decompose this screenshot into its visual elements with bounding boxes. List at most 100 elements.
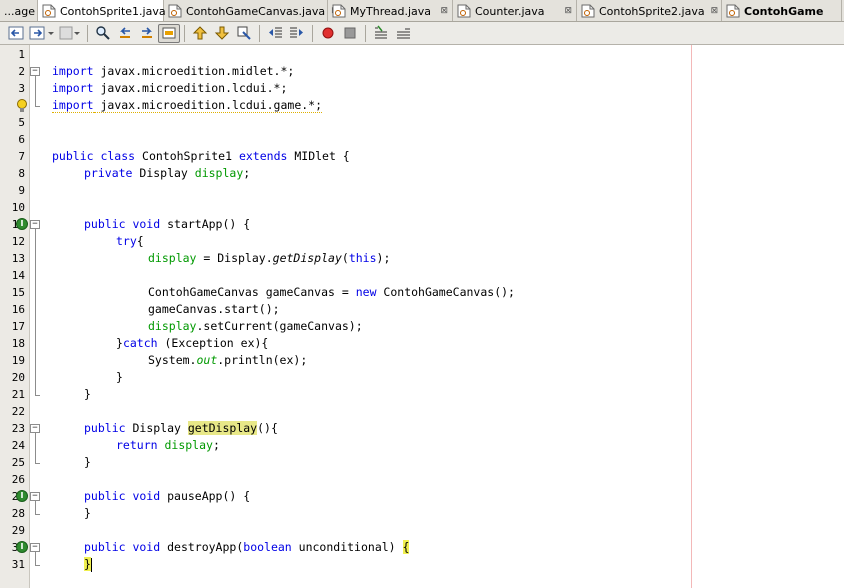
comment-button[interactable] [370, 24, 392, 43]
code-token: out [196, 353, 218, 367]
line-number: 28 [11, 507, 25, 520]
code-token: public [84, 421, 126, 435]
fold-collapse-icon[interactable]: − [30, 492, 40, 501]
fold-end-marker [35, 395, 40, 396]
editor-tab[interactable]: ContohSprite1.java⊠ [38, 0, 179, 21]
editor-tab-label: ContohGameCanvas.java [186, 4, 326, 18]
code-token: ; [243, 166, 251, 180]
line-number: 7 [18, 150, 25, 163]
line-number: 31 [11, 558, 25, 571]
find-next-button[interactable] [136, 24, 158, 43]
code-token: } [116, 370, 123, 384]
implements-method-icon[interactable]: I [16, 218, 28, 230]
code-line: public void startApp() { [84, 216, 250, 233]
code-token: extends [238, 149, 288, 163]
java-file-icon [457, 4, 471, 18]
next-bookmark-icon [214, 25, 230, 41]
editor-tab[interactable]: ...age⊠ [0, 0, 49, 21]
close-tab-icon[interactable]: ⊠ [431, 6, 448, 16]
fold-guide-line [35, 229, 36, 395]
line-number: 19 [11, 354, 25, 367]
fold-guide-line [35, 433, 36, 463]
implements-method-icon[interactable]: I [16, 541, 28, 553]
editor-tab-label: ContohGame [744, 4, 824, 18]
code-token: public void [84, 540, 161, 554]
code-line: public void pauseApp() { [84, 488, 250, 505]
code-token: (Exception ex){ [157, 336, 269, 350]
find-previous-button[interactable] [114, 24, 136, 43]
find-previous-icon [117, 25, 133, 41]
line-number: 3 [18, 82, 25, 95]
shift-right-button[interactable] [286, 24, 308, 43]
code-token: ContohSprite1 [135, 149, 239, 163]
implements-method-icon[interactable]: I [16, 490, 28, 502]
fold-collapse-icon[interactable]: − [30, 67, 40, 76]
previous-bookmark-icon [192, 25, 208, 41]
next-bookmark-button[interactable] [211, 24, 233, 43]
code-token: ( [341, 251, 349, 265]
code-token: } [84, 455, 91, 469]
code-token: (){ [257, 421, 278, 435]
code-token: display [148, 319, 197, 333]
code-token: } [84, 506, 91, 520]
uncomment-button[interactable] [392, 24, 414, 43]
editor-tab-label: ...age [4, 4, 35, 18]
previous-bookmark-button[interactable] [189, 24, 211, 43]
code-token: ContohGameCanvas gameCanvas = [148, 285, 356, 299]
editor-tab[interactable]: MyThread.java ⊠ [328, 0, 453, 21]
line-number: 17 [11, 320, 25, 333]
forward-button[interactable] [27, 24, 57, 43]
code-token: display [148, 251, 197, 265]
find-button[interactable] [92, 24, 114, 43]
code-token: public void [84, 217, 161, 231]
fold-guide-line [35, 501, 36, 514]
code-token: startApp() { [160, 217, 251, 231]
line-number: 22 [11, 405, 25, 418]
toolbar-separator [259, 24, 260, 42]
code-line: public Display getDisplay(){ [84, 420, 278, 437]
close-tab-icon[interactable]: ⊠ [705, 6, 719, 16]
line-number: 18 [11, 337, 25, 350]
code-line: try{ [116, 233, 144, 250]
code-token: = Display. [196, 251, 273, 265]
last-edit-button[interactable] [57, 24, 83, 43]
code-token: public void [84, 489, 161, 503]
toolbar-separator [312, 24, 313, 42]
editor-tab[interactable]: Counter.java ⊠ [453, 0, 577, 21]
fold-end-marker [35, 463, 40, 464]
toggle-bookmark-icon [236, 25, 252, 41]
back-button[interactable] [5, 24, 27, 43]
toggle-highlight-button[interactable] [158, 23, 180, 43]
close-tab-icon[interactable]: ⊠ [552, 6, 572, 16]
toggle-bookmark-button[interactable] [233, 24, 255, 43]
code-token: { [402, 540, 410, 554]
editor-tab[interactable]: ContohSprite2.java ⊠ [577, 0, 722, 21]
text-caret [90, 557, 92, 572]
code-token: javax.microedition.lcdui.*; [93, 81, 288, 95]
fold-collapse-icon[interactable]: − [30, 543, 40, 552]
line-number: 24 [11, 439, 25, 452]
editor-tab[interactable]: ContohGame [722, 0, 842, 21]
code-token: this [348, 251, 377, 265]
code-token: import [52, 98, 94, 113]
fold-collapse-icon[interactable]: − [30, 424, 40, 433]
stop-macro-icon [342, 25, 358, 41]
editor-tab[interactable]: ContohGameCanvas.java⊠ [164, 0, 339, 21]
java-file-icon [332, 4, 346, 18]
shift-left-button[interactable] [264, 24, 286, 43]
code-token: display [194, 166, 244, 180]
code-token: Display [132, 166, 195, 180]
shift-left-icon [267, 25, 283, 41]
editor-toolbar [0, 22, 844, 45]
fold-end-marker [35, 106, 40, 107]
code-line: import javax.microedition.lcdui.*; [52, 80, 287, 97]
stop-macro-button[interactable] [339, 24, 361, 43]
code-token: gameCanvas.start(); [148, 302, 280, 316]
right-margin-line [691, 45, 692, 588]
code-token: javax.microedition.midlet.*; [93, 64, 295, 78]
fold-collapse-icon[interactable]: − [30, 220, 40, 229]
hint-bulb-icon[interactable] [16, 98, 28, 112]
start-macro-button[interactable] [317, 24, 339, 43]
code-token: MIDlet { [287, 149, 350, 163]
code-token: unconditional) [291, 540, 403, 554]
